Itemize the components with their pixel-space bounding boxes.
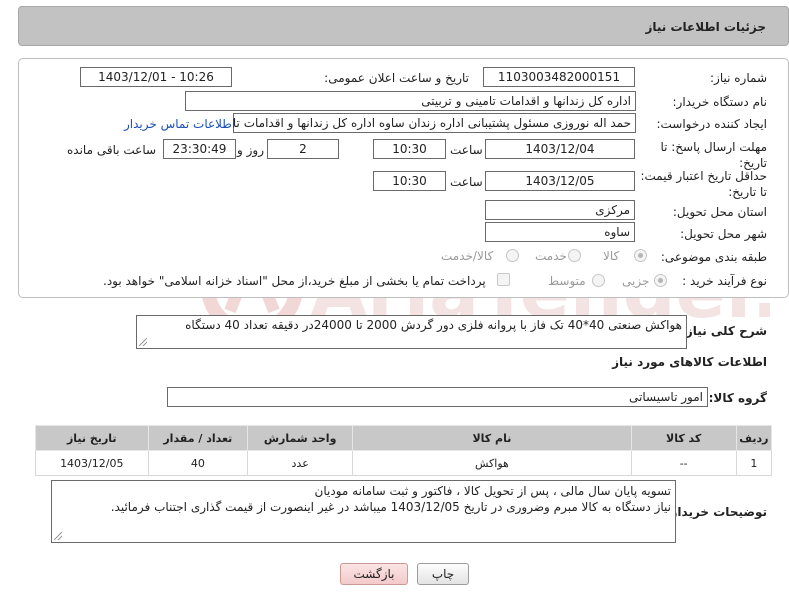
- goods-group-field: امور تاسیساتی: [167, 387, 708, 407]
- price-validity-time-field: 10:30: [373, 171, 446, 191]
- description-label: شرح کلی نیاز:: [681, 324, 767, 338]
- col-name-header: نام کالا: [352, 425, 632, 451]
- buyer-notes-line-2: نیاز دستگاه به کالا مبرم وضروری در تاریخ…: [110, 500, 671, 514]
- back-button[interactable]: بازگشت: [340, 563, 408, 585]
- category-goods-label: کالا: [603, 249, 620, 263]
- category-radio-service[interactable]: [568, 249, 581, 262]
- category-label: طبقه بندی موضوعی:: [660, 250, 767, 264]
- resize-grip-icon[interactable]: [139, 338, 147, 346]
- goods-table: ردیف کد کالا نام کالا واحد شمارش تعداد /…: [35, 425, 773, 476]
- reply-days-field: 2: [267, 139, 339, 159]
- delivery-city-label: شهر محل تحویل:: [680, 227, 767, 241]
- description-text: هواکش صنعتی 40*40 تک فاز با پروانه فلزی …: [185, 318, 682, 332]
- reply-deadline-label: مهلت ارسال پاسخ: تا تاریخ:: [660, 140, 767, 170]
- category-radio-goods-service[interactable]: [506, 249, 519, 262]
- cell-unit: عدد: [247, 450, 354, 476]
- category-radio-goods[interactable]: [634, 249, 647, 262]
- reply-time-label: ساعت: [450, 143, 483, 157]
- reply-deadline-date-field: 1403/12/04: [485, 139, 635, 159]
- col-code-header: کد کالا: [630, 425, 737, 451]
- col-qty-header: تعداد / مقدار: [147, 425, 249, 451]
- reply-days-label: روز و: [237, 143, 264, 157]
- description-textarea[interactable]: هواکش صنعتی 40*40 تک فاز با پروانه فلزی …: [136, 315, 687, 349]
- cell-qty: 40: [147, 450, 249, 476]
- purchase-type-label: نوع فرآیند خرید :: [682, 274, 767, 288]
- price-validity-label: حداقل تاریخ اعتبار قیمت: تا تاریخ:: [640, 169, 767, 199]
- delivery-city-field: ساوه: [485, 222, 635, 242]
- price-time-label: ساعت: [450, 175, 483, 189]
- category-service-label: خدمت: [535, 249, 567, 263]
- price-validity-date-field: 1403/12/05: [485, 171, 635, 191]
- remaining-time-field: 23:30:49: [163, 139, 236, 159]
- cell-date: 1403/12/05: [35, 450, 149, 476]
- requester-label: ایجاد کننده درخواست:: [656, 117, 767, 131]
- col-row-header: ردیف: [735, 425, 773, 451]
- resize-grip-icon[interactable]: [54, 532, 62, 540]
- purchase-radio-minor[interactable]: [654, 274, 667, 287]
- need-number-field: 1103003482000151: [483, 67, 635, 87]
- treasury-payment-checkbox[interactable]: [497, 273, 510, 286]
- col-date-header: تاریخ نیاز: [35, 425, 149, 451]
- print-button[interactable]: چاپ: [417, 563, 469, 585]
- cell-row: 1: [735, 450, 773, 476]
- table-row: 1 -- هواکش عدد 40 1403/12/05: [35, 450, 773, 476]
- buyer-contact-link[interactable]: اطلاعات تماس خریدار: [124, 117, 235, 131]
- announce-datetime-label: تاریخ و ساعت اعلان عمومی:: [324, 71, 469, 85]
- cell-code: --: [630, 450, 737, 476]
- announce-datetime-field: 1403/12/01 - 10:26: [80, 67, 232, 87]
- need-number-label: شماره نیاز:: [710, 71, 767, 85]
- purchase-medium-label: متوسط: [548, 274, 586, 288]
- buyer-notes-line-1: تسویه پایان سال مالی ، پس از تحویل کالا …: [314, 484, 671, 498]
- delivery-province-label: استان محل تحویل:: [672, 205, 767, 219]
- reply-deadline-time-field: 10:30: [373, 139, 446, 159]
- buyer-org-label: نام دستگاه خریدار:: [672, 95, 768, 109]
- delivery-province-field: مرکزی: [485, 200, 635, 220]
- table-header-row: ردیف کد کالا نام کالا واحد شمارش تعداد /…: [35, 425, 773, 451]
- goods-group-label: گروه کالا:: [708, 391, 767, 405]
- purchase-radio-medium[interactable]: [592, 274, 605, 287]
- buyer-notes-textarea[interactable]: تسویه پایان سال مالی ، پس از تحویل کالا …: [51, 480, 676, 543]
- cell-name: هواکش: [352, 450, 632, 476]
- buyer-notes-label: توضیحات خریدار:: [665, 505, 767, 519]
- buyer-org-field: اداره کل زندانها و اقدامات تامینی و تربی…: [185, 91, 636, 111]
- remaining-time-label: ساعت باقی مانده: [67, 143, 157, 157]
- col-unit-header: واحد شمارش: [247, 425, 354, 451]
- treasury-payment-note: پرداخت تمام یا بخشی از مبلغ خرید،از محل …: [103, 274, 486, 288]
- requester-field: حمد اله نوروزی مسئول پشتیبانی اداره زندا…: [233, 113, 636, 133]
- purchase-minor-label: جزیی: [622, 274, 650, 288]
- page-header: جزئیات اطلاعات نیاز: [18, 6, 789, 46]
- goods-section-title: اطلاعات کالاهای مورد نیاز: [612, 355, 767, 369]
- page-title: جزئیات اطلاعات نیاز: [645, 20, 766, 34]
- category-goods-service-label: کالا/خدمت: [441, 249, 494, 263]
